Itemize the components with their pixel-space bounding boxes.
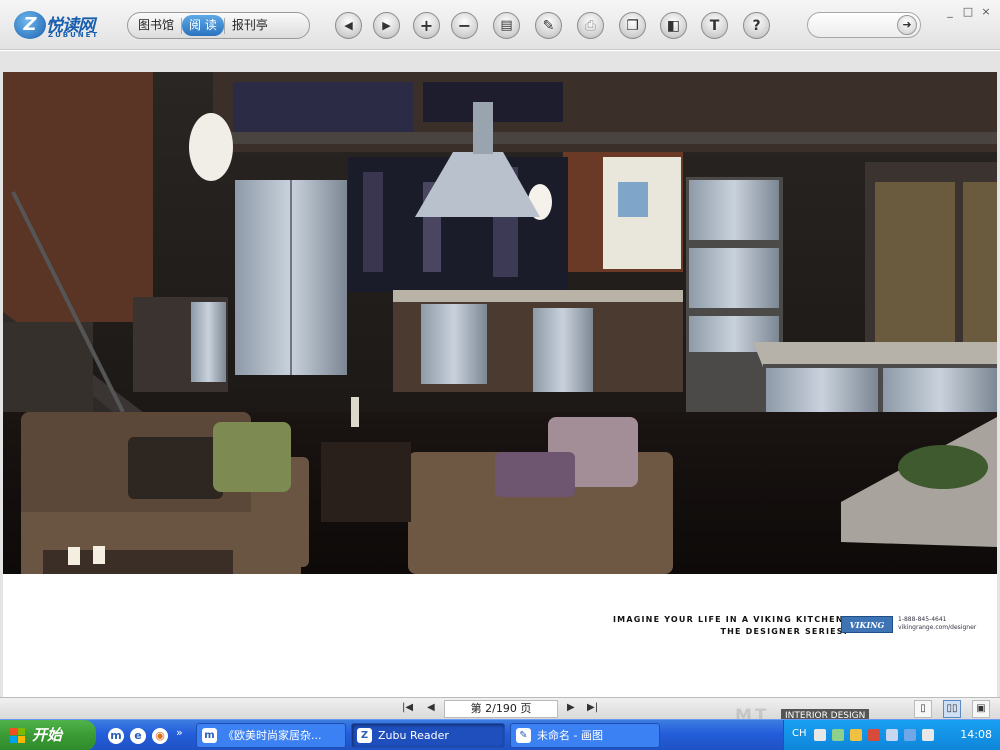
search-go-icon[interactable]: ➜ <box>897 15 917 35</box>
copy-button[interactable]: ❐ <box>619 12 646 39</box>
print-button[interactable]: ⎙ <box>577 12 604 39</box>
reader-app: Z 悦读网 ZUBUNET 图书馆 阅 读 报刊亭 ◀ ▶ + − ▤ ✎ ⎙ … <box>0 0 1000 750</box>
next-page-icon[interactable]: ▶ <box>567 702 575 713</box>
page-navigation-bar: |◀ ◀ 第 2/190 页 ▶ ▶| MT INTERIOR DESIGN ▯… <box>0 697 1000 726</box>
prev-page-icon[interactable]: ◀ <box>427 702 435 713</box>
prev-page-icon: ◀ <box>344 19 353 32</box>
logo-subtitle: ZUBUNET <box>48 31 100 39</box>
help-button[interactable]: ? <box>743 12 770 39</box>
text-mode-button[interactable]: T <box>701 12 728 39</box>
app-logo[interactable]: Z 悦读网 ZUBUNET <box>14 9 106 41</box>
zoom-out-icon: − <box>457 16 472 35</box>
brand-url: vikingrange.com/designer <box>898 624 977 631</box>
next-page-button[interactable]: ▶ <box>373 12 400 39</box>
last-page-icon[interactable]: ▶| <box>587 702 598 713</box>
tray-ime-icon[interactable] <box>904 729 916 741</box>
windows-taskbar: 开始 m e ◉ » m 《欧美时尚家居杂... Z Zubu Reader ✎… <box>0 719 1000 750</box>
zoom-in-button[interactable]: + <box>413 12 440 39</box>
magazine-page: IMAGINE YOUR LIFE IN A VIKING KITCHEN. T… <box>3 72 997 727</box>
ad-tagline-line1: IMAGINE YOUR LIFE IN A VIKING KITCHEN. <box>613 615 848 624</box>
page-number-field[interactable]: 第 2/190 页 <box>444 700 558 718</box>
tab-library[interactable]: 图书馆 <box>131 15 181 36</box>
print-icon: ⎙ <box>584 17 597 34</box>
language-indicator[interactable]: CH <box>792 728 807 739</box>
brand-contact: 1-888-845-4641 vikingrange.com/designer <box>898 616 976 632</box>
brand-phone: 1-888-845-4641 <box>898 616 947 623</box>
task-magazine[interactable]: m 《欧美时尚家居杂... <box>196 723 346 748</box>
tray-network-icon[interactable] <box>814 729 826 741</box>
next-page-icon: ▶ <box>382 19 391 32</box>
prev-page-button[interactable]: ◀ <box>335 12 362 39</box>
quicklaunch-overflow-icon[interactable]: » <box>176 726 183 739</box>
kitchen-photo <box>3 72 997 574</box>
clock: 14:08 <box>960 728 992 741</box>
task-label: 《欧美时尚家居杂... <box>223 729 322 742</box>
zoom-in-icon: + <box>419 16 434 35</box>
close-icon[interactable]: × <box>980 6 992 18</box>
task-label: 未命名 - 画图 <box>537 729 603 742</box>
tab-newsstand[interactable]: 报刊亭 <box>225 15 275 36</box>
book-icon: ▤ <box>500 18 513 33</box>
tray-app-icon[interactable] <box>886 729 898 741</box>
maximize-icon[interactable]: □ <box>962 6 974 18</box>
double-page-view-icon[interactable]: ▯▯ <box>943 700 961 718</box>
page-viewer[interactable]: IMAGINE YOUR LIFE IN A VIKING KITCHEN. T… <box>0 51 1000 727</box>
task-label: Zubu Reader <box>378 729 449 742</box>
fullscreen-view-icon[interactable]: ▣ <box>972 700 990 718</box>
task-paint[interactable]: ✎ 未命名 - 画图 <box>510 723 660 748</box>
zubu-icon: Z <box>357 728 372 743</box>
first-page-icon[interactable]: |◀ <box>402 702 413 713</box>
zoom-out-button[interactable]: − <box>451 12 478 39</box>
single-page-view-icon[interactable]: ▯ <box>914 700 932 718</box>
minimize-icon[interactable]: _ <box>944 6 956 18</box>
tray-update-icon[interactable] <box>922 729 934 741</box>
quicklaunch-ie-icon[interactable]: e <box>130 728 146 744</box>
window-controls: _ □ × <box>944 6 992 18</box>
top-toolbar: Z 悦读网 ZUBUNET 图书馆 阅 读 报刊亭 ◀ ▶ + − ▤ ✎ ⎙ … <box>0 0 1000 50</box>
system-tray: CH 14:08 <box>783 720 1000 750</box>
ad-tagline-line2: THE DESIGNER SERIES. <box>720 627 848 636</box>
quicklaunch-messenger-icon[interactable]: m <box>108 728 124 744</box>
tray-volume-icon[interactable] <box>850 729 862 741</box>
ad-tagline: IMAGINE YOUR LIFE IN A VIKING KITCHEN. T… <box>613 614 848 638</box>
messenger-icon: m <box>202 728 217 743</box>
logo-icon: Z <box>14 11 46 39</box>
start-label: 开始 <box>32 726 63 744</box>
pen-icon: ✎ <box>542 17 555 34</box>
tab-read[interactable]: 阅 读 <box>182 15 224 36</box>
help-icon: ? <box>752 17 761 34</box>
viking-logo: VIKING <box>841 616 893 633</box>
kitchen-photo-art <box>3 72 997 574</box>
quicklaunch-media-icon[interactable]: ◉ <box>152 728 168 744</box>
tray-antivirus-icon[interactable] <box>868 729 880 741</box>
bookmark-button[interactable]: ◧ <box>660 12 687 39</box>
paint-icon: ✎ <box>516 728 531 743</box>
tray-security-icon[interactable] <box>832 729 844 741</box>
task-zubu-reader[interactable]: Z Zubu Reader <box>351 723 505 748</box>
annotate-button[interactable]: ✎ <box>535 12 562 39</box>
start-button[interactable]: 开始 <box>0 720 96 750</box>
search-input[interactable]: ➜ <box>807 12 921 38</box>
windows-flag-icon <box>10 728 25 743</box>
text-icon: T <box>709 17 720 34</box>
book-view-button[interactable]: ▤ <box>493 12 520 39</box>
copy-icon: ❐ <box>626 17 639 34</box>
bookmark-icon: ◧ <box>666 17 681 34</box>
mode-tabs: 图书馆 阅 读 报刊亭 <box>127 12 310 39</box>
